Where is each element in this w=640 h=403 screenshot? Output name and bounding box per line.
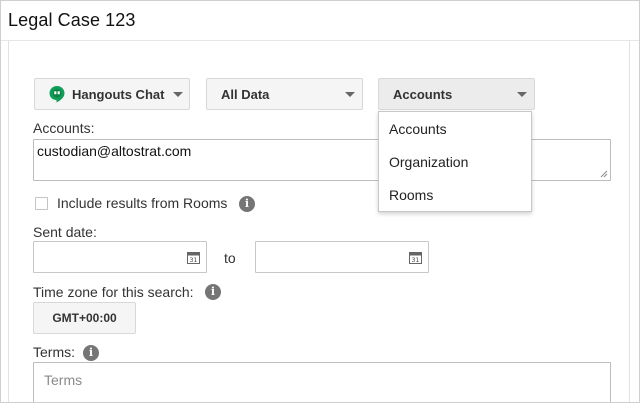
app-window: Legal Case 123 Hangouts Chat All Data Ac…	[0, 0, 640, 403]
info-icon[interactable]: i	[239, 196, 255, 212]
scope-dropdown-menu: Accounts Organization Rooms	[378, 111, 532, 212]
svg-text:31: 31	[412, 257, 420, 264]
data-dropdown[interactable]: All Data	[206, 78, 363, 110]
menu-item-rooms[interactable]: Rooms	[389, 187, 433, 203]
sent-date-label: Sent date:	[33, 224, 97, 240]
sent-date-to-input[interactable]: 31	[255, 241, 429, 273]
menu-item-organization[interactable]: Organization	[389, 154, 468, 170]
timezone-label: Time zone for this search:	[33, 284, 194, 300]
scope-dropdown[interactable]: Accounts	[378, 78, 535, 110]
sent-date-from-input[interactable]: 31	[33, 241, 207, 273]
calendar-icon[interactable]: 31	[187, 251, 200, 264]
chevron-down-icon	[345, 92, 355, 97]
info-icon[interactable]: i	[83, 345, 99, 361]
terms-label: Terms:	[33, 344, 75, 360]
terms-input[interactable]: Terms	[33, 362, 611, 402]
include-rooms-label: Include results from Rooms	[57, 195, 228, 211]
chevron-down-icon	[517, 92, 527, 97]
service-dropdown-label: Hangouts Chat	[72, 87, 165, 102]
svg-text:31: 31	[190, 257, 198, 264]
title-bar: Legal Case 123	[1, 1, 639, 41]
accounts-input-value: custodian@altostrat.com	[37, 143, 192, 159]
page-title: Legal Case 123	[8, 10, 136, 30]
service-dropdown[interactable]: Hangouts Chat	[34, 78, 190, 110]
data-dropdown-label: All Data	[221, 87, 270, 102]
date-range-separator: to	[224, 250, 236, 266]
include-rooms-checkbox[interactable]	[35, 197, 48, 210]
accounts-label: Accounts:	[33, 120, 95, 136]
calendar-icon[interactable]: 31	[409, 251, 422, 264]
hangouts-chat-icon	[49, 86, 65, 103]
timezone-button[interactable]: GMT+00:00	[33, 302, 136, 334]
info-icon[interactable]: i	[205, 284, 221, 300]
terms-placeholder: Terms	[44, 372, 83, 388]
scope-dropdown-label: Accounts	[393, 87, 453, 102]
chevron-down-icon	[173, 92, 183, 97]
menu-item-accounts[interactable]: Accounts	[389, 121, 447, 137]
resize-handle-icon[interactable]	[600, 170, 608, 178]
